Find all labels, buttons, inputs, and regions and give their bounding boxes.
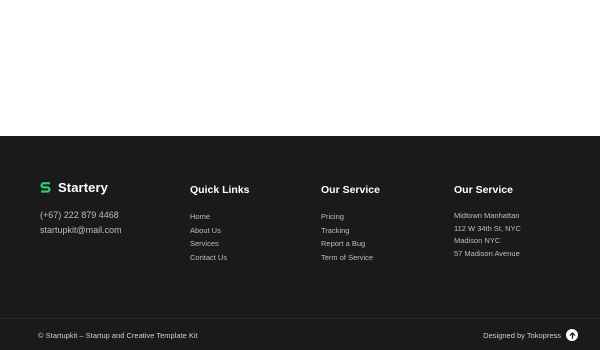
quick-links-title: Quick Links — [190, 184, 250, 196]
contact-email[interactable]: startupkit@mail.com — [40, 225, 122, 235]
brand-name: Startery — [58, 180, 108, 195]
address-line: 57 Madison Avenue — [454, 249, 520, 259]
services-list: Pricing Tracking Report a Bug Term of Se… — [321, 210, 380, 264]
services-column: Our Service Pricing Tracking Report a Bu… — [321, 184, 380, 264]
address-column: Our Service Midtown Manhattan 112 W 34th… — [454, 184, 521, 261]
address-line: 112 W 34th St, NYC — [454, 223, 521, 233]
footer-link-about-us[interactable]: About Us — [190, 224, 250, 238]
footer-link-tracking[interactable]: Tracking — [321, 224, 380, 238]
address-line: Madison NYC — [454, 236, 501, 246]
quick-links-list: Home About Us Services Contact Us — [190, 210, 250, 264]
copyright-text: © Startupkit – Startup and Creative Temp… — [38, 331, 198, 340]
footer-link-report-bug[interactable]: Report a Bug — [321, 237, 380, 251]
footer-divider — [0, 318, 600, 319]
designed-by: Designed by Tokopress — [483, 329, 578, 341]
address-lines: Midtown Manhattan 112 W 34th St, NYC Mad… — [454, 210, 521, 261]
footer-brand[interactable]: Startery — [38, 180, 108, 195]
address-title: Our Service — [454, 184, 513, 196]
quick-links-column: Quick Links Home About Us Services Conta… — [190, 184, 250, 264]
back-to-top-button[interactable] — [566, 329, 578, 341]
footer-link-home[interactable]: Home — [190, 210, 250, 224]
address-line: Midtown Manhattan — [454, 211, 520, 220]
s-logo-icon — [38, 180, 53, 195]
footer-link-terms[interactable]: Term of Service — [321, 251, 380, 265]
footer-link-services[interactable]: Services — [190, 237, 250, 251]
contact-phone: (+67) 222 879 4468 — [40, 210, 119, 220]
designed-by-text[interactable]: Designed by Tokopress — [483, 331, 561, 340]
arrow-up-icon — [569, 326, 576, 344]
page-body-blank — [0, 0, 600, 136]
services-title: Our Service — [321, 184, 380, 196]
site-footer: Startery (+67) 222 879 4468 startupkit@m… — [0, 136, 600, 350]
footer-link-contact-us[interactable]: Contact Us — [190, 251, 250, 265]
footer-link-pricing[interactable]: Pricing — [321, 210, 380, 224]
